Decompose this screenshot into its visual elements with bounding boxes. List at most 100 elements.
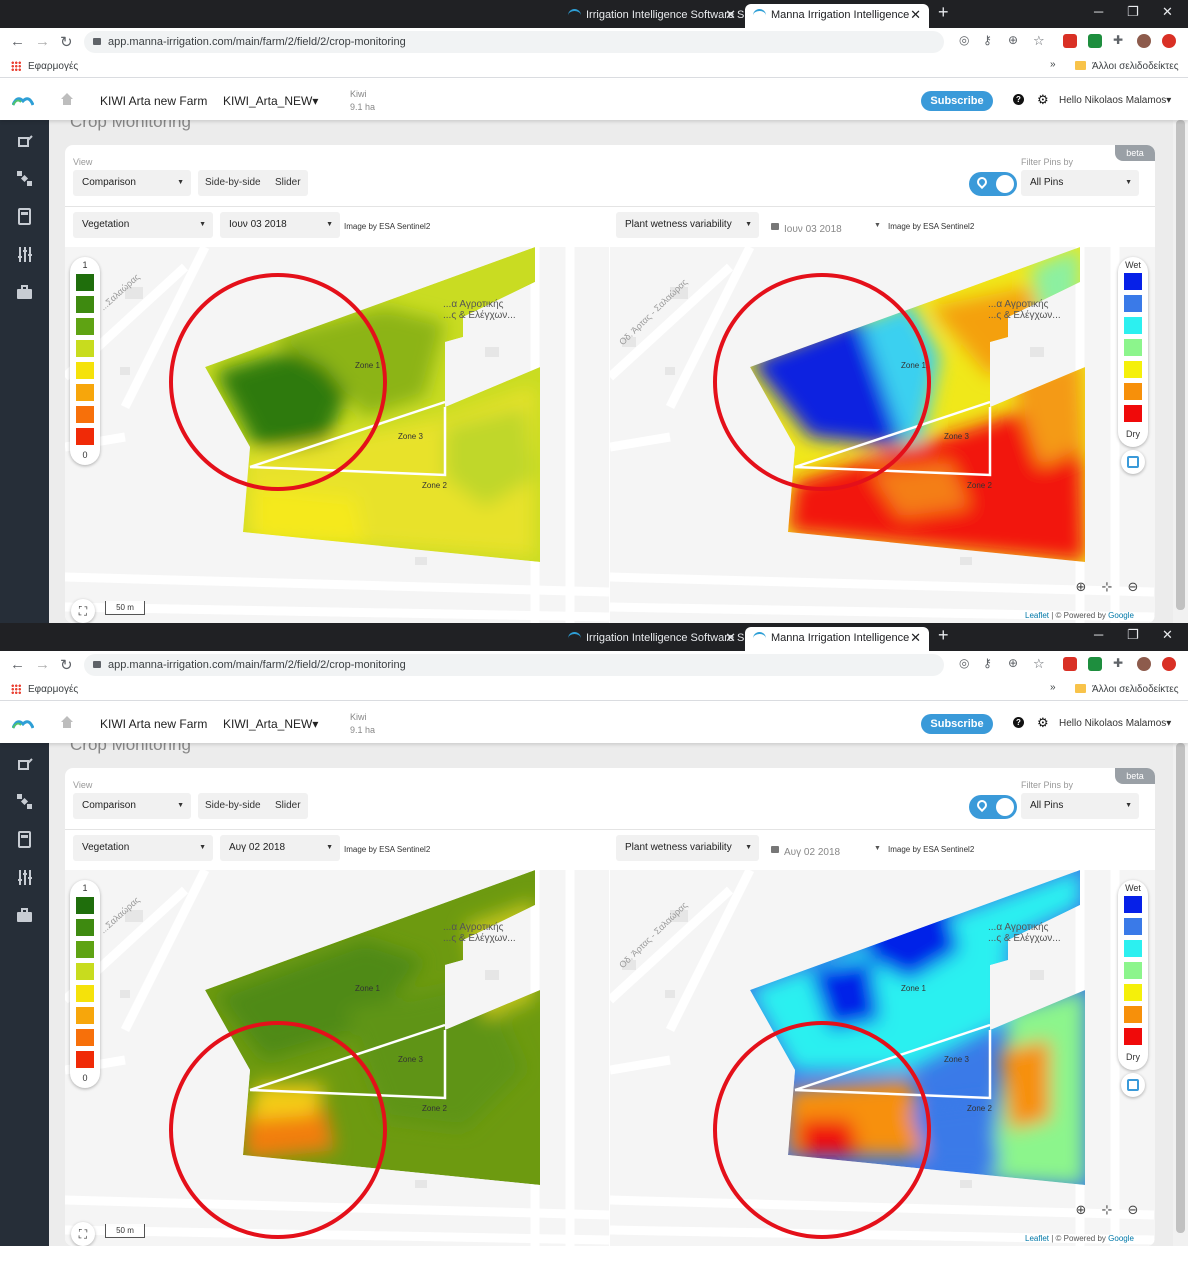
help-icon[interactable]: ? — [1013, 94, 1024, 105]
filter-pins-select[interactable]: All Pins ▼ — [1021, 793, 1139, 819]
reload-icon[interactable]: ↻ — [60, 656, 73, 674]
maximize-icon[interactable]: ❐ — [1127, 4, 1139, 20]
bookmark-other[interactable]: Άλλοι σελιδοδείκτες — [1092, 61, 1179, 72]
locate-icon[interactable]: ⊹ — [1098, 579, 1116, 597]
minimize-icon[interactable]: ─ — [1094, 627, 1103, 642]
more-bookmarks-icon[interactable]: » — [1050, 682, 1056, 693]
new-tab-icon[interactable]: + — [938, 2, 949, 23]
gear-icon[interactable]: ⚙ — [1037, 715, 1049, 731]
wetness-map[interactable]: Οδ. Άρτας - Σαλαώρας ...α Αγροτικής ...ς… — [610, 870, 1155, 1246]
home-icon[interactable] — [60, 92, 74, 106]
zoom-out-icon[interactable]: ⊖ — [1124, 579, 1142, 597]
briefcase-icon[interactable] — [16, 284, 33, 301]
user-menu[interactable]: Hello Nikolaos Malamos▾ — [1059, 718, 1171, 729]
view-select[interactable]: Comparison ▼ — [73, 170, 191, 196]
address-bar[interactable]: app.manna-irrigation.com/main/farm/2/fie… — [84, 654, 944, 676]
side-by-side-option[interactable]: Side-by-side — [205, 793, 261, 819]
window-close-icon[interactable]: ✕ — [1162, 4, 1173, 20]
window-close-icon[interactable]: ✕ — [1162, 627, 1173, 643]
pins-toggle[interactable] — [969, 172, 1017, 196]
field-selector[interactable]: KIWI_Arta_NEW▾ — [223, 94, 318, 108]
slider-option[interactable]: Slider — [275, 793, 301, 819]
subscribe-button[interactable]: Subscribe — [921, 91, 993, 111]
sliders-icon[interactable] — [16, 246, 33, 263]
browser-tab-manna[interactable]: Manna Irrigation Intelligence ✕ — [745, 627, 929, 651]
vegetation-map[interactable]: ...Σαλαώρας ...α Αγροτικής ...ς & Ελέγχω… — [65, 870, 609, 1246]
calculator-icon[interactable] — [16, 831, 33, 848]
right-layer-select[interactable]: Plant wetness variability ▼ — [616, 835, 759, 861]
puzzle-extension-icon[interactable]: ✚ — [1113, 33, 1123, 47]
pdf-extension-icon[interactable] — [1063, 657, 1077, 671]
calculator-icon[interactable] — [16, 208, 33, 225]
profile-avatar-icon[interactable] — [1137, 34, 1151, 48]
zoom-out-icon[interactable]: ⊖ — [1124, 1202, 1142, 1220]
back-arrow-icon[interactable]: ← — [10, 33, 25, 50]
key-icon[interactable]: ⚷ — [983, 656, 992, 670]
address-bar[interactable]: app.manna-irrigation.com/main/farm/2/fie… — [84, 31, 944, 53]
satellite-icon[interactable] — [16, 793, 33, 810]
more-bookmarks-icon[interactable]: » — [1050, 59, 1056, 70]
bookmark-other[interactable]: Άλλοι σελιδοδείκτες — [1092, 684, 1179, 695]
map-layers-button[interactable] — [1121, 1073, 1145, 1097]
slider-option[interactable]: Slider — [275, 170, 301, 196]
right-layer-select[interactable]: Plant wetness variability ▼ — [616, 212, 759, 238]
wetness-map[interactable]: Οδ. Άρτας - Σαλαώρας ...α Αγροτικής ...ς… — [610, 247, 1155, 623]
bookmark-apps[interactable]: Εφαρμογές — [28, 61, 78, 72]
locate-icon[interactable]: ⊹ — [1098, 1202, 1116, 1220]
pdf-extension-icon[interactable] — [1063, 34, 1077, 48]
farm-name[interactable]: KIWI Arta new Farm — [100, 94, 207, 108]
left-date-select[interactable]: Ιουν 03 2018 ▼ — [220, 212, 340, 238]
translate-icon[interactable]: ◎ — [959, 656, 969, 670]
fullscreen-icon[interactable]: ⛶ — [71, 1222, 95, 1246]
close-tab-icon[interactable]: ✕ — [910, 627, 921, 649]
back-arrow-icon[interactable]: ← — [10, 656, 25, 673]
side-by-side-option[interactable]: Side-by-side — [205, 170, 261, 196]
key-icon[interactable]: ⚷ — [983, 33, 992, 47]
browser-tab-irrigation-software[interactable]: Irrigation Intelligence Software S ✕ — [560, 627, 744, 651]
home-icon[interactable] — [60, 715, 74, 729]
zoom-icon[interactable]: ⊕ — [1008, 33, 1018, 47]
maximize-icon[interactable]: ❐ — [1127, 627, 1139, 643]
minimize-icon[interactable]: ─ — [1094, 4, 1103, 19]
left-date-select[interactable]: Αυγ 02 2018 ▼ — [220, 835, 340, 861]
map-layers-button[interactable] — [1121, 450, 1145, 474]
briefcase-icon[interactable] — [16, 907, 33, 924]
forward-arrow-icon[interactable]: → — [35, 656, 50, 673]
shield-extension-icon[interactable] — [1088, 657, 1102, 671]
update-icon[interactable] — [1162, 34, 1176, 48]
shield-extension-icon[interactable] — [1088, 34, 1102, 48]
update-icon[interactable] — [1162, 657, 1176, 671]
browser-tab-irrigation-software[interactable]: Irrigation Intelligence Software S ✕ — [560, 4, 744, 28]
forward-arrow-icon[interactable]: → — [35, 33, 50, 50]
scrollbar-thumb[interactable] — [1176, 743, 1185, 1233]
field-selector[interactable]: KIWI_Arta_NEW▾ — [223, 717, 318, 731]
manna-logo-icon[interactable] — [12, 94, 34, 106]
user-menu[interactable]: Hello Nikolaos Malamos▾ — [1059, 95, 1171, 106]
translate-icon[interactable]: ◎ — [959, 33, 969, 47]
star-icon[interactable]: ☆ — [1033, 656, 1045, 672]
watering-can-icon[interactable] — [16, 132, 33, 149]
manna-logo-icon[interactable] — [12, 717, 34, 729]
zoom-icon[interactable]: ⊕ — [1008, 656, 1018, 670]
star-icon[interactable]: ☆ — [1033, 33, 1045, 49]
zoom-in-icon[interactable]: ⊕ — [1072, 579, 1090, 597]
bookmark-apps[interactable]: Εφαρμογές — [28, 684, 78, 695]
new-tab-icon[interactable]: + — [938, 625, 949, 646]
help-icon[interactable]: ? — [1013, 717, 1024, 728]
fullscreen-icon[interactable]: ⛶ — [71, 599, 95, 623]
watering-can-icon[interactable] — [16, 755, 33, 772]
close-tab-icon[interactable]: ✕ — [725, 627, 736, 649]
vegetation-map[interactable]: ...Σαλαώρας ...α Αγροτικής ...ς & Ελέγχω… — [65, 247, 609, 623]
scrollbar-thumb[interactable] — [1176, 120, 1185, 610]
satellite-icon[interactable] — [16, 170, 33, 187]
farm-name[interactable]: KIWI Arta new Farm — [100, 717, 207, 731]
puzzle-extension-icon[interactable]: ✚ — [1113, 656, 1123, 670]
browser-tab-manna[interactable]: Manna Irrigation Intelligence ✕ — [745, 4, 929, 28]
gear-icon[interactable]: ⚙ — [1037, 92, 1049, 108]
reload-icon[interactable]: ↻ — [60, 33, 73, 51]
view-select[interactable]: Comparison ▼ — [73, 793, 191, 819]
profile-avatar-icon[interactable] — [1137, 657, 1151, 671]
left-layer-select[interactable]: Vegetation ▼ — [73, 212, 213, 238]
apps-grid-icon[interactable] — [11, 684, 21, 694]
zoom-in-icon[interactable]: ⊕ — [1072, 1202, 1090, 1220]
